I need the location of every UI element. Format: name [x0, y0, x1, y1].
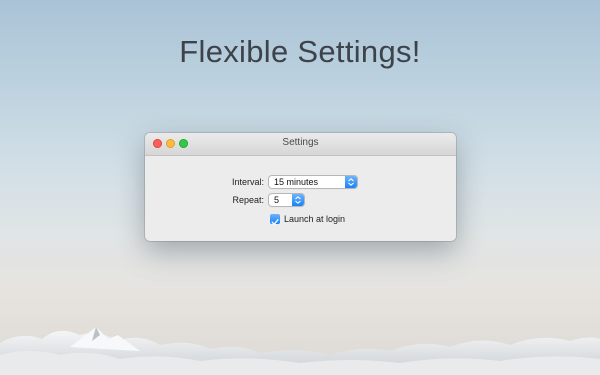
checkmark-icon	[271, 219, 279, 225]
launch-at-login-checkbox[interactable]	[270, 214, 280, 225]
chevron-up-down-icon	[292, 194, 304, 206]
interval-select[interactable]: 15 minutes	[269, 176, 357, 188]
hero-title: Flexible Settings!	[179, 34, 421, 69]
chevron-up-down-icon	[345, 176, 357, 188]
repeat-label: Repeat:	[232, 195, 264, 205]
repeat-value: 5	[274, 195, 280, 205]
settings-content: Interval: 15 minutes Repeat: 5 Launch at…	[145, 156, 456, 241]
settings-window: Settings Interval: 15 minutes Repeat: 5	[145, 133, 456, 241]
clouds-background	[0, 327, 600, 375]
window-title: Settings	[282, 137, 319, 148]
window-titlebar[interactable]: Settings	[145, 133, 456, 156]
interval-label: Interval:	[231, 177, 264, 187]
repeat-select[interactable]: 5	[269, 194, 304, 206]
launch-at-login-label[interactable]: Launch at login	[284, 214, 345, 225]
interval-value: 15 minutes	[274, 177, 319, 187]
